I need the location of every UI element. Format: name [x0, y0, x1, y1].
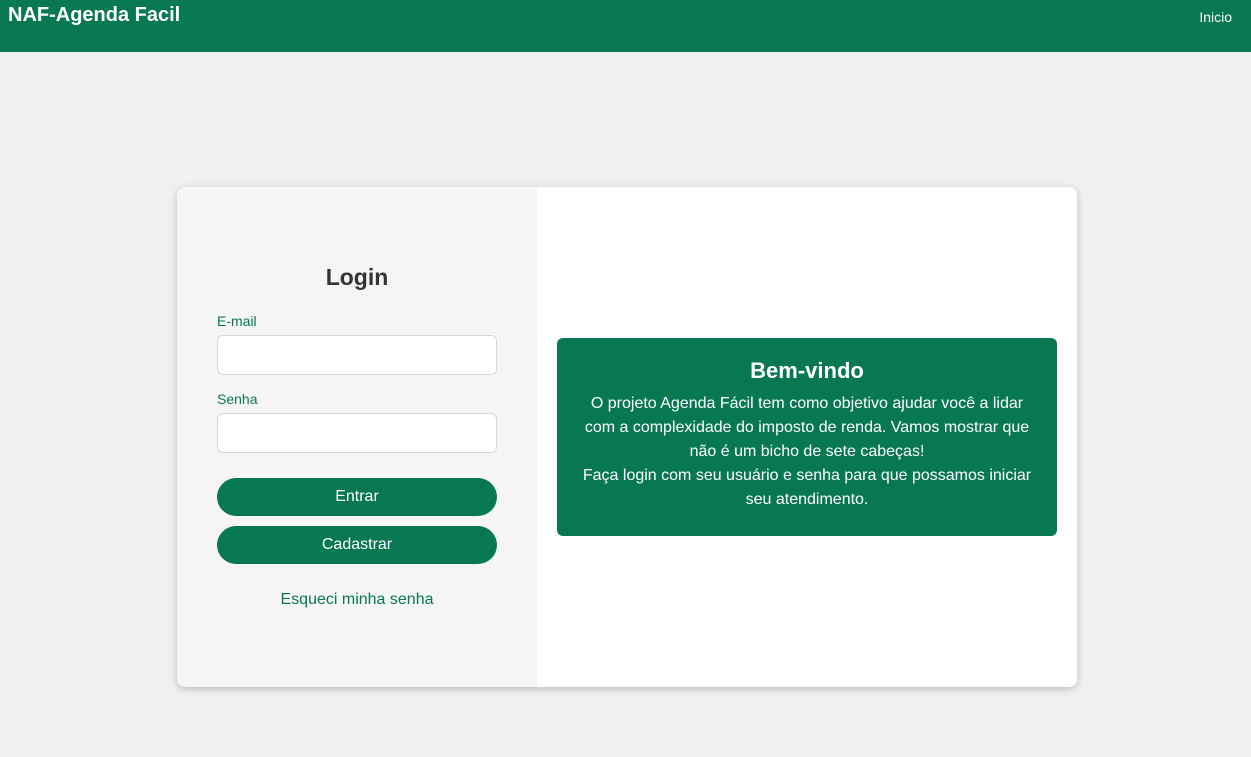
register-button[interactable]: Cadastrar	[217, 526, 497, 564]
login-panel: Login E-mail Senha Entrar Cadastrar Esqu…	[177, 187, 537, 687]
email-label: E-mail	[217, 313, 257, 329]
welcome-box: Bem-vindo O projeto Agenda Fácil tem com…	[557, 338, 1057, 536]
nav-link-inicio[interactable]: Inicio	[1199, 9, 1232, 25]
login-card: Login E-mail Senha Entrar Cadastrar Esqu…	[177, 187, 1077, 687]
password-field[interactable]	[217, 413, 497, 453]
email-field[interactable]	[217, 335, 497, 375]
forgot-password-link[interactable]: Esqueci minha senha	[177, 591, 537, 609]
brand-title[interactable]: NAF-Agenda Facil	[8, 4, 180, 27]
login-button[interactable]: Entrar	[217, 478, 497, 516]
top-navbar: NAF-Agenda Facil Inicio	[0, 0, 1251, 52]
welcome-paragraph-login: Faça login com seu usuário e senha para …	[582, 467, 1032, 508]
welcome-paragraph: O projeto Agenda Fácil tem como objetivo…	[584, 395, 1030, 460]
login-title: Login	[325, 264, 389, 290]
welcome-panel: Bem-vindo O projeto Agenda Fácil tem com…	[537, 187, 1077, 687]
welcome-title: Bem-vindo	[750, 358, 864, 383]
password-label: Senha	[217, 391, 258, 407]
